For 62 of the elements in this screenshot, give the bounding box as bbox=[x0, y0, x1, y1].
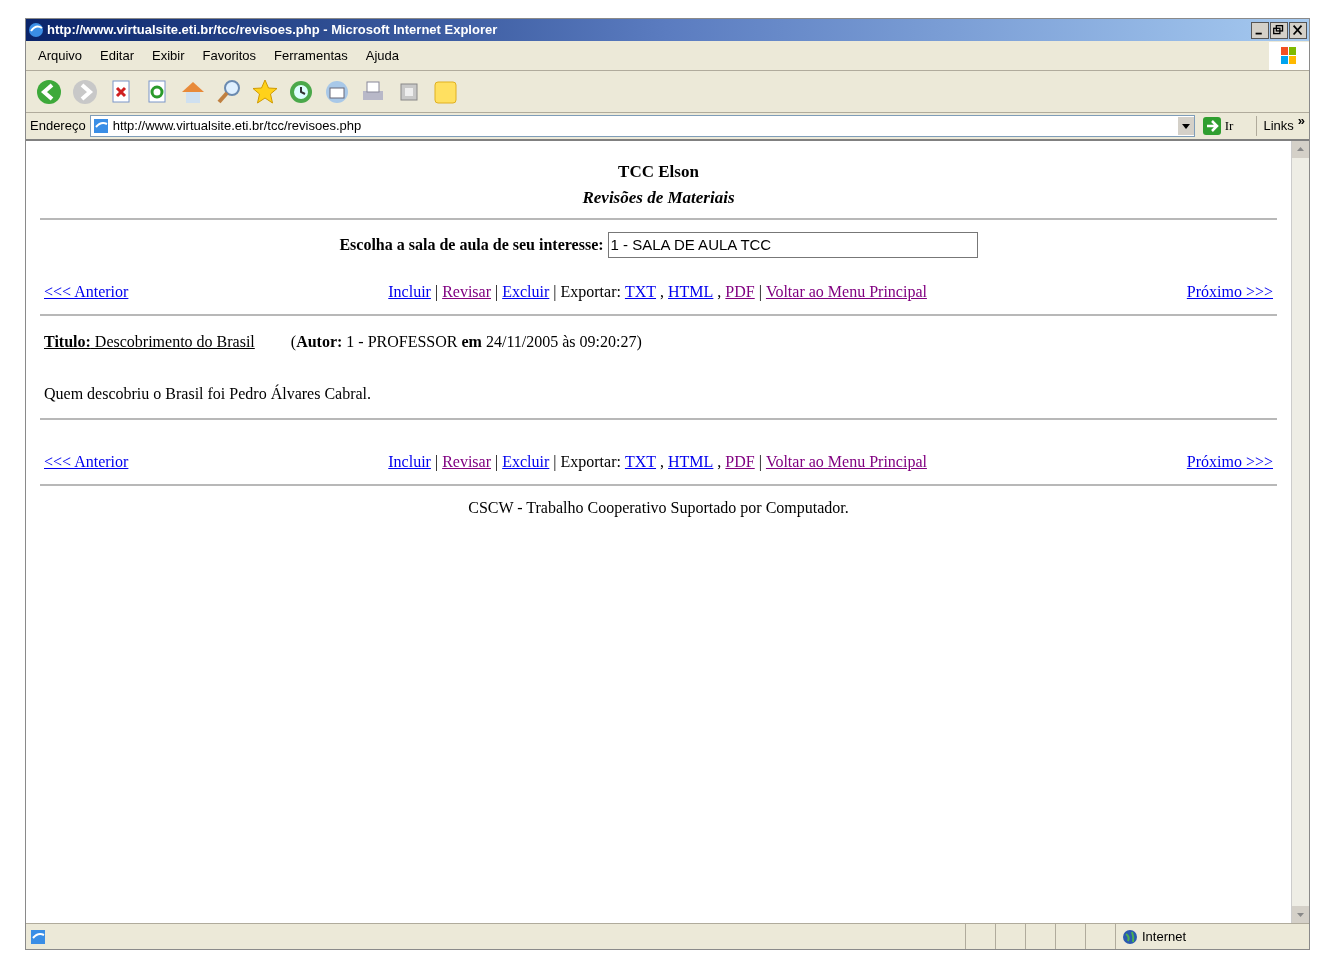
page-status-icon bbox=[30, 928, 46, 945]
nav-link[interactable]: Voltar ao Menu Principal bbox=[765, 450, 927, 474]
links-button[interactable]: Links bbox=[1256, 116, 1294, 136]
menu-item[interactable]: Exibir bbox=[152, 45, 185, 66]
room-label: Escolha a sala de aula de seu interesse: bbox=[339, 235, 604, 255]
menu-item[interactable]: Favoritos bbox=[202, 45, 257, 66]
minimize-icon[interactable] bbox=[1251, 21, 1269, 39]
nav-link[interactable]: HTML bbox=[668, 450, 714, 474]
windows-logo-icon bbox=[1269, 41, 1309, 70]
restore-icon[interactable] bbox=[1270, 21, 1288, 39]
nav-link[interactable]: HTML bbox=[668, 280, 714, 304]
chevron-icon[interactable]: » bbox=[1297, 113, 1305, 129]
previous-link[interactable]: <<< Anterior bbox=[44, 450, 129, 474]
scroll-down-icon[interactable] bbox=[1292, 906, 1309, 923]
next-link[interactable]: Próximo >>> bbox=[1186, 450, 1273, 474]
nav-separator: | Exportar: bbox=[553, 452, 621, 473]
page-subtitle: Revisões de Materiais bbox=[582, 186, 735, 209]
nav-link[interactable]: Excluir bbox=[502, 450, 550, 474]
globe-icon bbox=[1122, 928, 1138, 945]
room-field[interactable]: 1 - SALA DE AULA TCC bbox=[607, 232, 978, 258]
nav-separator: | bbox=[758, 452, 762, 473]
entry-author: (Autor: 1 - PROFESSOR em 24/11/2005 às 09:20:27) bbox=[290, 332, 642, 353]
address-field[interactable]: http://www.virtualsite.eti.br/tcc/revisoes.php bbox=[89, 115, 1195, 137]
nav-link[interactable]: Incluir bbox=[388, 450, 431, 474]
scroll-up-icon[interactable] bbox=[1292, 141, 1309, 158]
menu-item[interactable]: Ajuda bbox=[365, 45, 399, 66]
menu-item[interactable]: Editar bbox=[100, 45, 135, 66]
nav-separator: | bbox=[434, 452, 439, 473]
browser-icon bbox=[28, 22, 44, 38]
nav-separator: , bbox=[717, 452, 722, 472]
nav-link[interactable]: Excluir bbox=[502, 280, 550, 304]
menu-item[interactable]: Ferramentas bbox=[274, 45, 348, 66]
nav-separator: | bbox=[434, 282, 439, 303]
nav-separator: , bbox=[660, 282, 665, 302]
nav-link[interactable]: PDF bbox=[725, 450, 755, 474]
zone-label: Internet bbox=[1142, 927, 1187, 946]
previous-link[interactable]: <<< Anterior bbox=[44, 280, 129, 304]
address-label: Endereço bbox=[30, 117, 86, 136]
entry-body: Quem descobriu o Brasil foi Pedro Álvares Cabral. bbox=[43, 383, 373, 404]
nav-link[interactable]: TXT bbox=[624, 280, 657, 304]
nav-link[interactable]: Incluir bbox=[388, 280, 431, 304]
nav-link[interactable]: Revisar bbox=[442, 280, 491, 304]
entry-title: Titulo: Descobrimento do Brasil bbox=[44, 332, 255, 352]
page-title: TCC Elson bbox=[618, 161, 699, 183]
close-icon[interactable] bbox=[1289, 21, 1307, 39]
nav-link[interactable]: Revisar bbox=[442, 450, 491, 474]
nav-separator: | Exportar: bbox=[553, 282, 621, 303]
nav-separator: | bbox=[495, 452, 499, 473]
nav-link[interactable]: TXT bbox=[624, 450, 657, 474]
next-link[interactable]: Próximo >>> bbox=[1186, 280, 1273, 304]
nav-separator: | bbox=[495, 282, 499, 303]
window-title: http://www.virtualsite.eti.br/tcc/revisoes.php - Microsoft Internet Explorer bbox=[47, 21, 498, 40]
nav-separator: | bbox=[758, 282, 762, 303]
nav-link[interactable]: Voltar ao Menu Principal bbox=[765, 280, 927, 304]
page-icon bbox=[92, 118, 109, 134]
go-button[interactable]: Ir bbox=[1198, 116, 1237, 136]
menu-item[interactable]: Arquivo bbox=[38, 45, 83, 66]
nav-link[interactable]: PDF bbox=[725, 280, 755, 304]
scrollbar[interactable] bbox=[1291, 141, 1309, 923]
nav-separator: , bbox=[717, 282, 722, 302]
nav-separator: , bbox=[660, 452, 665, 472]
footer-text: CSCW - Trabalho Cooperativo Suportado por Computador. bbox=[468, 498, 849, 519]
